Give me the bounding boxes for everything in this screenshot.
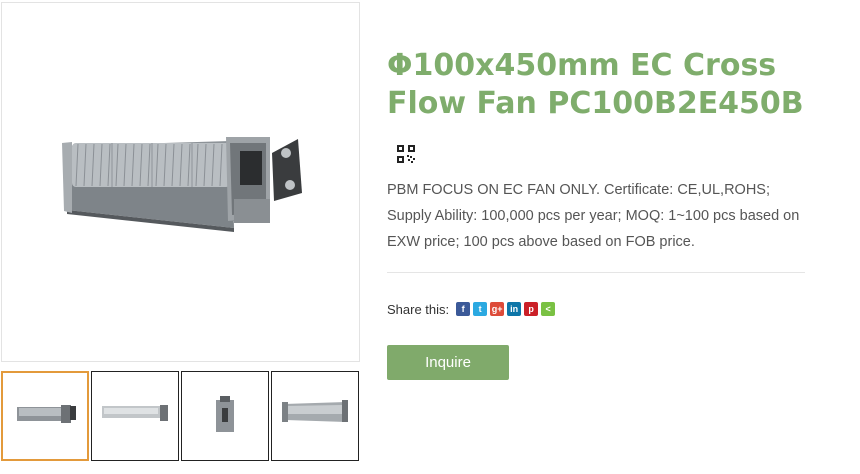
thumbnail-1[interactable] <box>1 371 89 461</box>
qr-code-icon[interactable] <box>396 144 416 164</box>
linkedin-icon[interactable]: in <box>507 302 522 316</box>
divider <box>387 272 805 273</box>
share-label: Share this: <box>387 301 450 317</box>
product-description: PBM FOCUS ON EC FAN ONLY. Certificate: C… <box>387 182 800 250</box>
google-plus-icon[interactable]: g+ <box>490 302 505 316</box>
main-product-image[interactable] <box>1 2 360 362</box>
cross-flow-fan-image <box>62 137 302 232</box>
fan-thumbnail-image <box>216 396 234 432</box>
thumbnail-strip <box>1 371 361 461</box>
fan-thumbnail-image <box>282 400 348 422</box>
share-bar: Share this: f t g+ in p < <box>387 300 558 318</box>
thumbnail-3[interactable] <box>181 371 269 461</box>
facebook-icon[interactable]: f <box>456 302 471 316</box>
thumbnail-2[interactable] <box>91 371 179 461</box>
twitter-icon[interactable]: t <box>473 302 488 316</box>
product-title: Φ100x450mm EC Cross Flow Fan PC100B2E450… <box>387 48 804 121</box>
fan-thumbnail-image <box>102 405 168 421</box>
share-icon[interactable]: < <box>541 302 556 316</box>
pinterest-icon[interactable]: p <box>524 302 539 316</box>
fan-thumbnail-image <box>17 405 76 423</box>
inquire-button[interactable]: Inquire <box>387 345 509 380</box>
thumbnail-4[interactable] <box>271 371 359 461</box>
